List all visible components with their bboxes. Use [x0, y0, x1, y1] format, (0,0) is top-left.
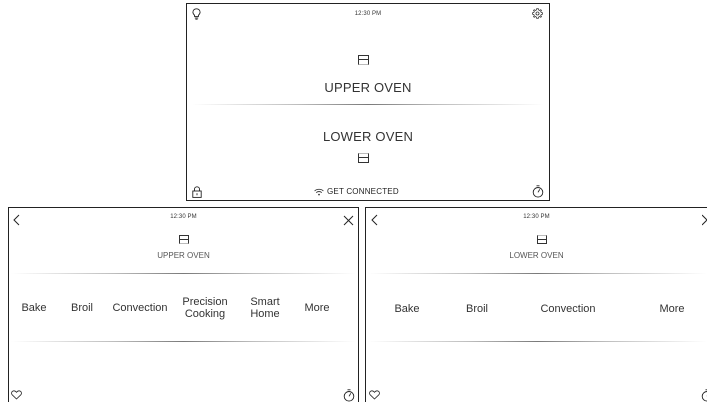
screen-title: UPPER OVEN	[157, 251, 210, 260]
menu-item-convection[interactable]: Convection	[109, 302, 171, 314]
menu-item-smart-home[interactable]: Smart Home	[247, 296, 283, 320]
gear-icon[interactable]	[532, 8, 543, 19]
divider	[11, 273, 356, 274]
lock-icon[interactable]	[192, 186, 202, 198]
lower-oven-screen: 12:30 PM LOWER OVEN Bake Broil Convectio…	[365, 207, 707, 402]
get-connected-label: GET CONNECTED	[327, 187, 399, 196]
upper-oven-screen: 12:30 PM UPPER OVEN Bake Broil Convectio…	[8, 207, 359, 402]
cook-mode-menu: Bake Broil Convection More	[392, 303, 688, 315]
screen-title: LOWER OVEN	[509, 251, 564, 260]
timer-icon[interactable]	[343, 389, 355, 402]
menu-item-bake[interactable]: Bake	[392, 303, 422, 315]
wifi-icon	[314, 188, 324, 196]
menu-item-more[interactable]: More	[656, 303, 688, 315]
heart-icon[interactable]	[369, 390, 380, 400]
main-screen: 12:30 PM UPPER OVEN LOWER OVEN GET CONNE…	[186, 3, 550, 201]
get-connected-button[interactable]: GET CONNECTED	[314, 187, 399, 196]
menu-item-precision-cooking[interactable]: Precision Cooking	[179, 296, 231, 320]
heart-icon[interactable]	[11, 390, 22, 400]
menu-item-broil[interactable]: Broil	[59, 302, 105, 314]
divider	[192, 104, 544, 105]
divider	[368, 273, 707, 274]
timer-icon[interactable]	[532, 185, 544, 198]
lower-oven-button[interactable]: LOWER OVEN	[187, 129, 549, 144]
upper-oven-button[interactable]: UPPER OVEN	[187, 80, 549, 95]
lower-oven-icon	[358, 153, 369, 163]
clock-time: 12:30 PM	[523, 214, 550, 220]
divider	[11, 341, 356, 342]
timer-icon[interactable]	[701, 389, 707, 402]
clock-time: 12:30 PM	[354, 11, 382, 17]
menu-item-more[interactable]: More	[301, 302, 333, 314]
menu-item-convection[interactable]: Convection	[536, 303, 600, 315]
forward-chevron-icon[interactable]	[702, 214, 707, 226]
cook-mode-menu: Bake Broil Convection Precision Cooking …	[19, 296, 333, 320]
menu-item-broil[interactable]: Broil	[462, 303, 492, 315]
divider	[368, 341, 707, 342]
menu-item-bake[interactable]: Bake	[19, 302, 49, 314]
close-icon[interactable]	[343, 215, 354, 226]
lower-oven-icon	[537, 235, 547, 244]
clock-time: 12:30 PM	[170, 214, 197, 220]
upper-oven-icon	[179, 235, 189, 244]
upper-oven-icon	[358, 55, 369, 65]
